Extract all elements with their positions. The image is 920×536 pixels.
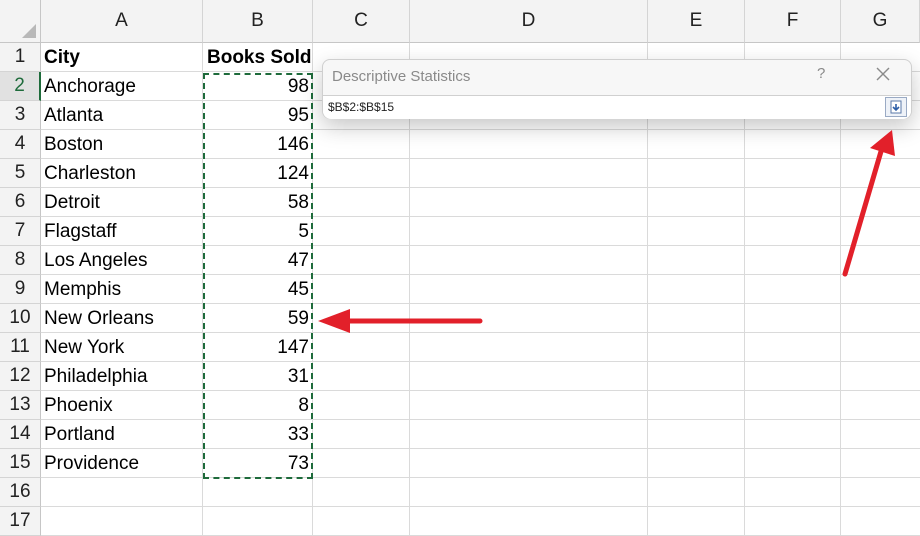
annotation-arrows [318,130,895,333]
arrow-to-range-icon [842,130,895,277]
arrow-to-selected-range [318,309,483,333]
